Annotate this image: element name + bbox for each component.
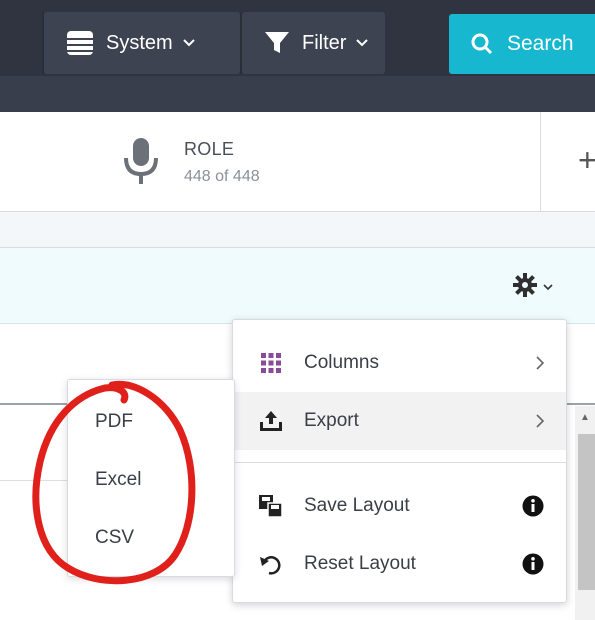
- filter-label: Filter: [302, 31, 347, 54]
- spacer-band: [0, 212, 595, 248]
- export-option-pdf[interactable]: PDF: [95, 411, 133, 433]
- role-summary-row: ROLE 448 of 448 +: [0, 112, 595, 212]
- info-icon[interactable]: [522, 553, 544, 575]
- chevron-right-icon: [536, 414, 544, 428]
- gear-icon: [513, 273, 537, 302]
- export-submenu: PDF Excel CSV: [67, 379, 235, 577]
- export-option-excel[interactable]: Excel: [95, 469, 141, 491]
- scrollbar-thumb[interactable]: [578, 434, 595, 590]
- export-option-csv[interactable]: CSV: [95, 527, 134, 549]
- menu-item-reset-layout[interactable]: Reset Layout: [233, 535, 566, 593]
- top-toolbar: System Filter Search: [0, 0, 595, 112]
- menu-item-columns[interactable]: Columns: [233, 334, 566, 392]
- microphone-icon: [121, 136, 161, 193]
- upload-tray-icon: [257, 410, 285, 432]
- menu-item-label: Export: [304, 410, 359, 431]
- chevron-down-icon: [543, 284, 553, 291]
- search-button[interactable]: Search: [449, 14, 595, 74]
- undo-icon: [257, 553, 285, 575]
- menu-item-export[interactable]: Export: [233, 392, 566, 450]
- search-label: Search: [507, 32, 574, 55]
- toolbar-strip: [0, 76, 595, 112]
- settings-menu-button[interactable]: [513, 273, 553, 302]
- settings-dropdown-menu: Columns Export Save Layout Reset Layout: [232, 319, 567, 603]
- chevron-down-icon: [356, 39, 369, 47]
- menu-divider: [233, 462, 566, 463]
- filter-funnel-icon: [264, 31, 290, 55]
- chevron-down-icon: [182, 39, 195, 47]
- database-icon: [66, 30, 94, 56]
- menu-item-save-layout[interactable]: Save Layout: [233, 477, 566, 535]
- save-layout-icon: [257, 494, 285, 518]
- role-label: ROLE: [184, 139, 235, 159]
- role-count: 448 of 448: [184, 168, 260, 185]
- filter-dropdown-button[interactable]: Filter: [242, 12, 385, 74]
- grid-dots-icon: [257, 352, 285, 374]
- search-icon: [471, 33, 493, 55]
- add-button[interactable]: +: [578, 142, 595, 179]
- system-dropdown-button[interactable]: System: [44, 12, 240, 74]
- menu-item-label: Reset Layout: [304, 553, 416, 574]
- menu-item-label: Save Layout: [304, 495, 410, 516]
- info-icon[interactable]: [522, 495, 544, 517]
- menu-item-label: Columns: [304, 352, 379, 373]
- system-label: System: [106, 31, 173, 54]
- table-row-border: [0, 480, 70, 481]
- chevron-right-icon: [536, 356, 544, 370]
- summary-divider: [540, 112, 541, 212]
- grid-toolbar-band: [0, 248, 595, 324]
- scroll-up-arrow-icon[interactable]: ▲: [580, 412, 590, 423]
